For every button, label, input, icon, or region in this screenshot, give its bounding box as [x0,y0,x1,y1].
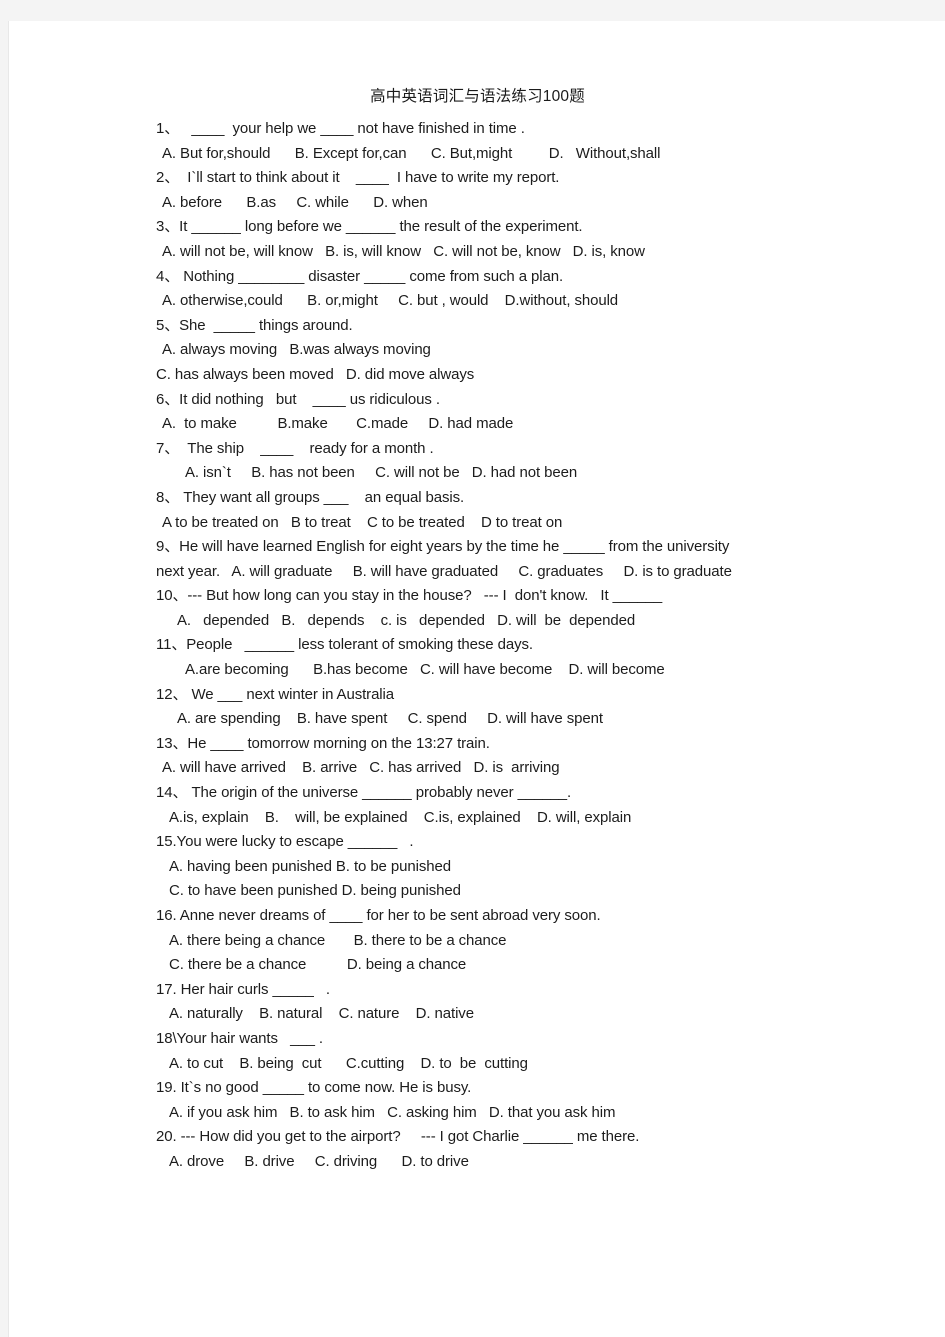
q4-options: A. otherwise,could B. or,might C. but , … [162,292,619,310]
q3-options: A. will not be, will know B. is, will kn… [162,242,645,260]
q6-stem: 6、It did nothing but ____ us ridiculous … [156,390,440,408]
q9-options: next year. A. will graduate B. will have… [156,562,732,580]
q1-stem: 1、 ____ your help we ____ not have finis… [156,120,525,137]
q8-stem: 8、 They want all groups ___ an equal bas… [156,488,465,506]
q18-options: A. to cut B. being cut C.cutting D. to b… [169,1054,528,1072]
q6-options: A. to make B.make C.made D. had made [162,415,514,433]
q4-stem: 4、 Nothing ________ disaster _____ come … [156,267,564,285]
q20-options: A. drove B. drive C. driving D. to drive [169,1152,469,1170]
q5-optionsA: A. always moving B.was always moving [162,341,431,359]
q14-options: A.is, explain B. will, be explained C.is… [169,808,632,826]
q10-stem: 10、--- But how long can you stay in the … [156,587,663,605]
q18-stem: 18\Your hair wants ___ . [156,1029,323,1047]
q7-options: A. isn`t B. has not been C. will not be … [185,464,578,482]
q15-optionsC: C. to have been punished D. being punish… [169,882,461,900]
q17-options: A. naturally B. natural C. nature D. nat… [169,1005,474,1023]
q20-stem: 20. --- How did you get to the airport? … [156,1128,640,1146]
document-sheet: 高中英语词汇与语法练习100题 1、 ____ your help we ___… [9,21,945,1337]
q9-stem: 9、He will have learned English for eight… [156,538,730,556]
exercise-body: 1、 ____ your help we ____ not have finis… [9,117,945,1175]
page-title: 高中英语词汇与语法练习100题 [370,88,585,105]
q17-stem: 17. Her hair curls _____ . [156,980,330,998]
q19-stem: 19. It`s no good _____ to come now. He i… [156,1079,472,1097]
q12-stem: 12、 We ___ next winter in Australia [156,685,395,703]
q7-stem: 7、 The ship ____ ready for a month . [156,439,434,457]
q16-optionsA: A. there being a chance B. there to be a… [169,931,507,949]
q3-stem: 3、It ______ long before we ______ the re… [156,218,583,236]
q13-stem: 13、He ____ tomorrow morning on the 13:27… [156,734,490,752]
q2-options: A. before B.as C. while D. when [162,193,428,211]
q10-options: A. depended B. depends c. is depended D.… [177,611,636,629]
q15-optionsA: A. having been punished B. to be punishe… [169,857,451,875]
q1-options: A. But for,should B. Except for,can C. B… [162,144,661,162]
q14-stem: 14、 The origin of the universe ______ pr… [156,784,572,802]
q19-options: A. if you ask him B. to ask him C. askin… [169,1103,616,1121]
q16-stem: 16. Anne never dreams of ____ for her to… [156,907,601,924]
document-page: 高中英语词汇与语法练习100题 1、 ____ your help we ___… [8,21,945,1337]
q2-stem: 2、 I`ll start to think about it ____ I h… [156,169,560,187]
q5-stem: 5、She _____ things around. [156,316,353,334]
q13-options: A. will have arrived B. arrive C. has ar… [162,759,560,777]
q11-stem: 11、People ______ less tolerant of smokin… [156,636,533,654]
q12-options: A. are spending B. have spent C. spend D… [177,710,603,728]
q11-options: A.are becoming B.has become C. will have… [185,661,665,679]
q8-options: A to be treated on B to treat C to be tr… [162,513,563,531]
q5-optionsC: C. has always been moved D. did move alw… [156,365,475,383]
q15-stem: 15.You were lucky to escape ______ . [156,833,414,851]
q16-optionsC: C. there be a chance D. being a chance [169,956,467,974]
